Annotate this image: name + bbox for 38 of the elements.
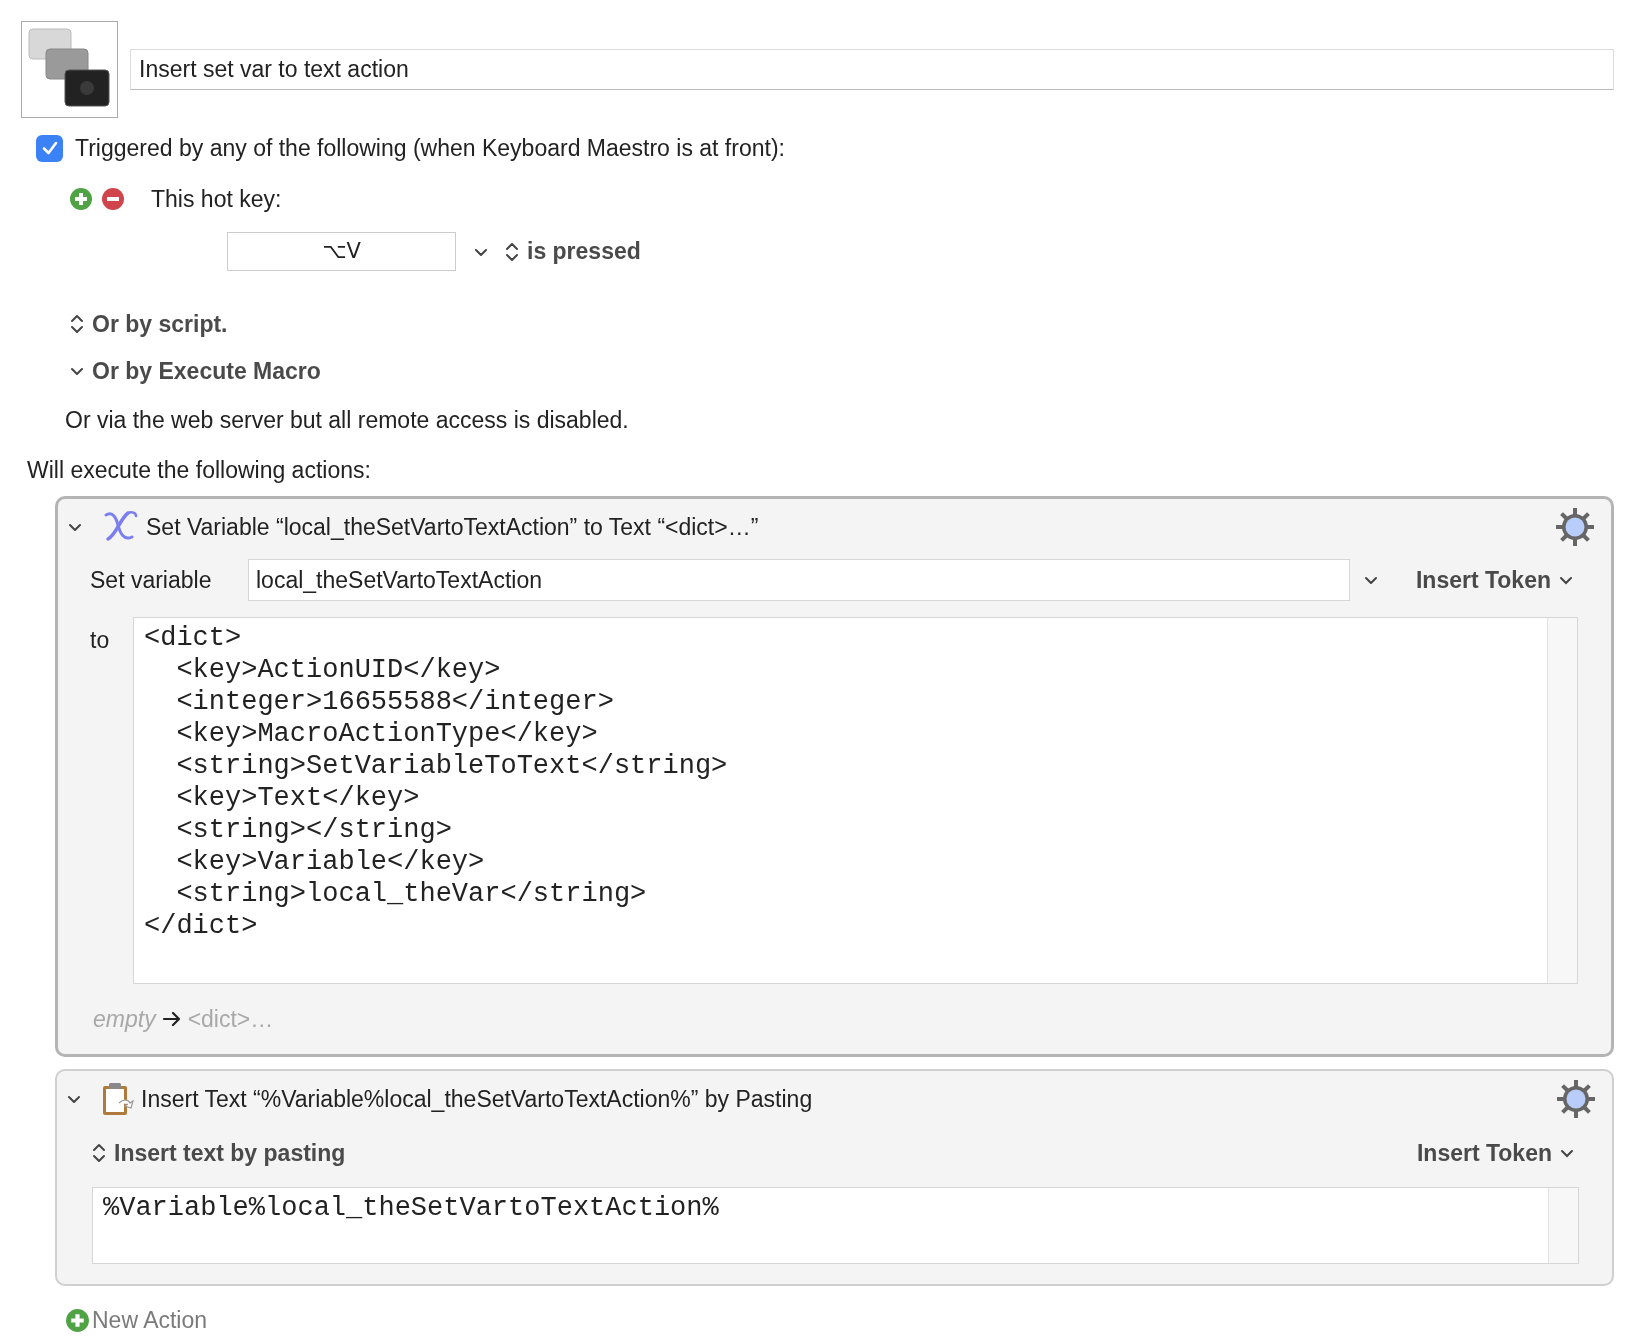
paste-mode-popup[interactable]: Insert text by pasting — [114, 1135, 1417, 1171]
insert-token-button[interactable]: Insert Token — [1416, 1135, 1574, 1171]
add-icon[interactable] — [69, 187, 93, 211]
add-icon[interactable] — [65, 1307, 90, 1333]
arrow-right-icon — [161, 1009, 182, 1029]
text-area[interactable]: %Variable%local_theSetVartoTextAction% — [92, 1187, 1579, 1264]
gear-icon[interactable] — [1556, 1079, 1596, 1119]
trigger-label: Triggered by any of the following (when Keyboard Maestro is at front): — [75, 133, 785, 163]
summary-from: empty — [93, 1004, 156, 1034]
script-trigger-popup[interactable]: Or by script. — [92, 306, 228, 342]
action-card[interactable] — [55, 496, 1614, 1057]
macro-name-field[interactable]: Insert set var to text action — [130, 49, 1614, 90]
gear-icon[interactable] — [1555, 507, 1595, 547]
code-text: <dict> <key>ActionUID</key> <integer>16655588</integer> <key>MacroActionType</key> <string>SetVariableToText</string> <key>Text</key> <string></string> <key>Variable</key> <string>local_theVar</string> </dict> — [143, 622, 729, 943]
hotkey-label: This hot key: — [151, 184, 282, 214]
code-text: %Variable%local_theSetVartoTextAction% — [102, 1192, 720, 1225]
actions-heading: Will execute the following actions: — [27, 455, 371, 485]
summary-to: <dict>… — [187, 1004, 274, 1034]
macro-keys-icon[interactable] — [21, 21, 118, 118]
updown-arrows-icon[interactable] — [70, 313, 84, 335]
new-action-button[interactable]: New Action — [65, 1306, 208, 1334]
variable-name-field[interactable]: local_theSetVartoTextAction — [248, 559, 1350, 601]
updown-arrows-icon[interactable] — [505, 240, 519, 263]
hotkey-field[interactable]: ⌥V — [227, 232, 456, 271]
field-label: Set variable — [90, 565, 213, 595]
web-server-note: Or via the web server but all remote access is disabled. — [65, 405, 629, 435]
text-area[interactable] — [133, 617, 1578, 984]
action-title: Insert Text “%Variable%local_theSetVartoTextAction%” by Pasting — [141, 1084, 814, 1114]
check-icon — [40, 139, 59, 157]
insert-token-button[interactable]: Insert Token — [1415, 562, 1573, 598]
trigger-checkbox[interactable] — [36, 134, 63, 162]
to-label: to — [90, 626, 111, 655]
condition-popup[interactable]: is pressed — [527, 234, 641, 269]
action-title: Set Variable “local_theSetVartoTextAction” to Text “<dict>…” — [146, 512, 760, 542]
updown-arrows-icon[interactable] — [92, 1142, 106, 1164]
execute-macro-toggle[interactable]: Or by Execute Macro — [92, 353, 321, 389]
remove-icon[interactable] — [101, 187, 125, 211]
action-card[interactable]: Insert Text “%Variable%local_theSetVartoTextAction%” by Pasting Insert text by pasting Insert Token %Variable%local_theSetVartoTextAction% — [55, 1069, 1614, 1286]
